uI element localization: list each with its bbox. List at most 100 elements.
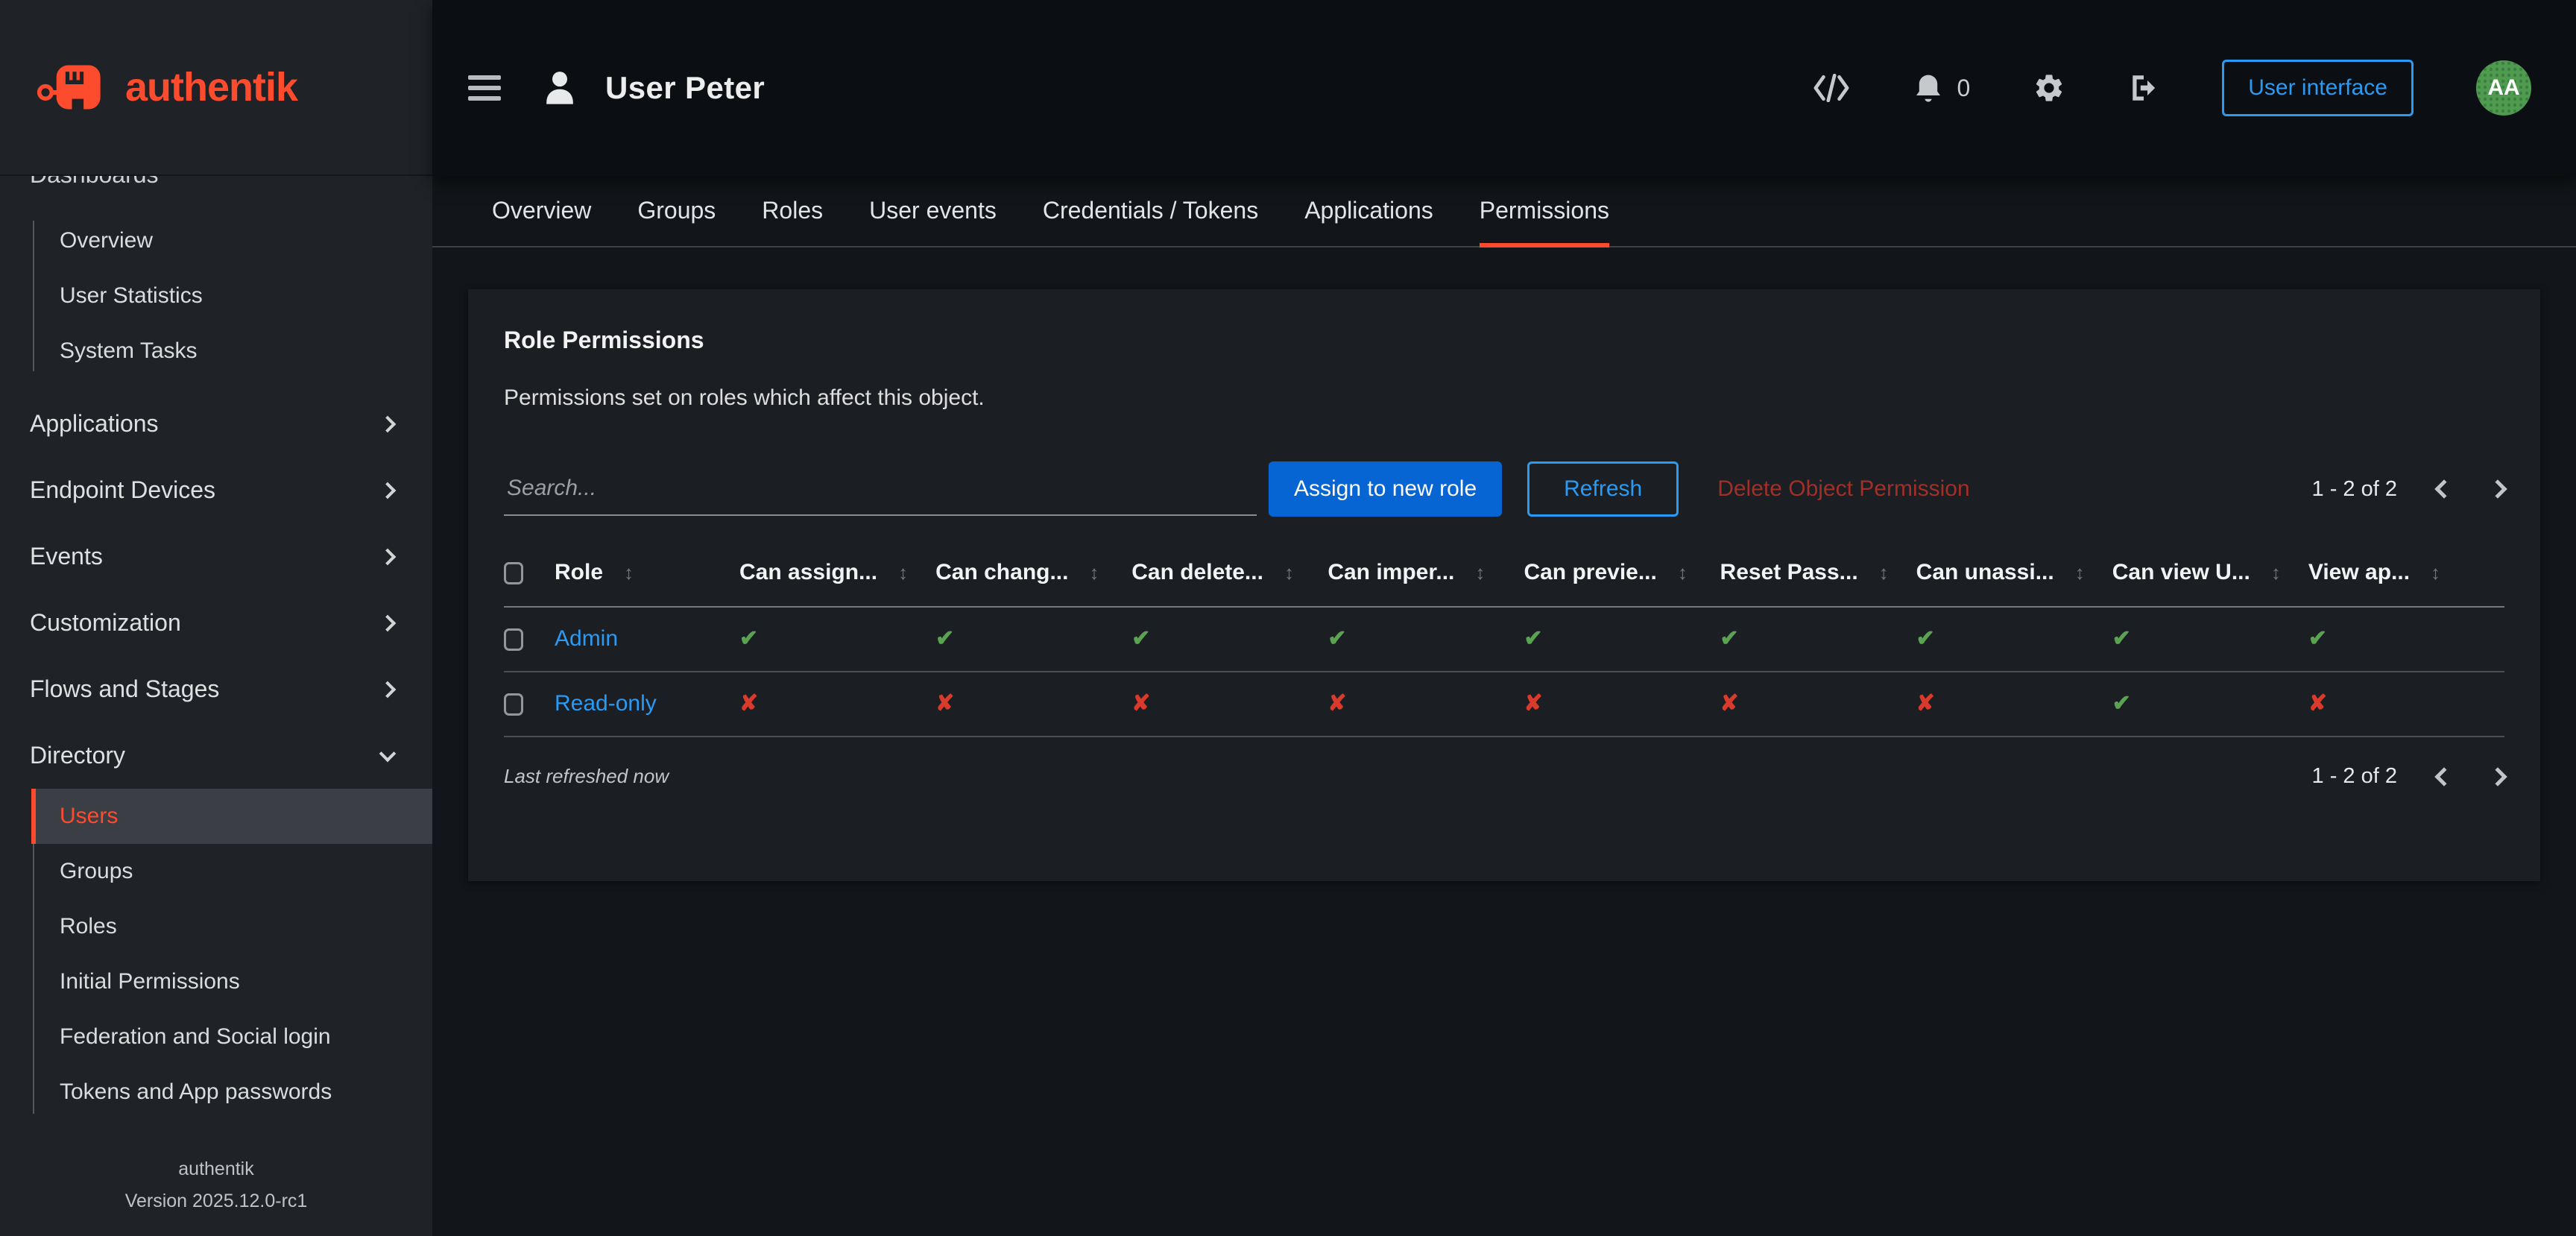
- column-header-role[interactable]: Role↕: [555, 540, 739, 607]
- tab-user-events[interactable]: User events: [869, 176, 997, 247]
- sort-icon[interactable]: ↕: [624, 561, 634, 584]
- notifications-button[interactable]: 0: [1913, 72, 1970, 104]
- table-toolbar: Assign to new role Refresh Delete Object…: [504, 461, 2504, 517]
- assign-to-new-role-button[interactable]: Assign to new role: [1269, 461, 1502, 517]
- sort-icon[interactable]: ↕: [2431, 561, 2440, 584]
- chevron-right-icon: [379, 548, 397, 565]
- sidebar-item-groups[interactable]: Groups: [31, 844, 432, 899]
- chevron-left-icon: [2434, 479, 2453, 498]
- column-header-label: Can imper...: [1328, 560, 1454, 584]
- sort-icon[interactable]: ↕: [1089, 561, 1099, 584]
- sort-icon[interactable]: ↕: [1284, 561, 1294, 584]
- column-header-label: View ap...: [2308, 560, 2410, 584]
- sidebar-section-events[interactable]: Events: [0, 523, 432, 590]
- role-link[interactable]: Read-only: [555, 691, 657, 716]
- column-header-can-view-u[interactable]: Can view U...↕: [2112, 540, 2308, 607]
- sort-icon[interactable]: ↕: [1879, 561, 1889, 584]
- permission-granted-icon: ✔: [2112, 691, 2131, 716]
- tab-roles[interactable]: Roles: [762, 176, 823, 247]
- sign-out-button[interactable]: [2128, 72, 2159, 104]
- sidebar-item-user-statistics[interactable]: User Statistics: [0, 268, 432, 324]
- tab-overview[interactable]: Overview: [492, 176, 591, 247]
- permission-denied-icon: ✘: [1524, 691, 1542, 716]
- sidebar-item-roles[interactable]: Roles: [31, 899, 432, 954]
- row-checkbox[interactable]: [504, 628, 523, 651]
- column-header-can-assign[interactable]: Can assign...↕: [739, 540, 935, 607]
- page-title: User Peter: [605, 70, 765, 106]
- sort-icon[interactable]: ↕: [2271, 561, 2281, 584]
- column-header-can-imper[interactable]: Can imper... ↕: [1328, 540, 1524, 607]
- column-header-label: Reset Pass...: [1720, 560, 1858, 584]
- chevron-right-icon: [379, 415, 397, 432]
- settings-button[interactable]: [2033, 72, 2065, 104]
- search-input[interactable]: [504, 462, 1257, 516]
- pagination-next-button[interactable]: [2491, 482, 2504, 496]
- sidebar-section-label: Flows and Stages: [30, 675, 219, 703]
- sort-icon[interactable]: ↕: [1678, 561, 1688, 584]
- tab-permissions[interactable]: Permissions: [1480, 176, 1609, 247]
- top-bar-main: User Peter 0: [432, 0, 2576, 176]
- chevron-right-icon: [2488, 767, 2507, 786]
- permission-denied-icon: ✘: [1131, 691, 1150, 716]
- role-link[interactable]: Admin: [555, 626, 618, 651]
- permission-granted-icon: ✔: [935, 626, 954, 651]
- avatar[interactable]: AA: [2476, 60, 2531, 116]
- role-cell: Admin: [555, 607, 739, 672]
- panel-title: Role Permissions: [504, 327, 2504, 354]
- sidebar-item-system-tasks[interactable]: System Tasks: [0, 324, 432, 379]
- sidebar-app-name: authentik: [0, 1153, 432, 1186]
- tab-credentials-tokens[interactable]: Credentials / Tokens: [1043, 176, 1258, 247]
- sidebar-section-directory[interactable]: Directory: [0, 722, 432, 789]
- sidebar-item-users[interactable]: Users: [31, 789, 432, 844]
- hamburger-icon[interactable]: [468, 75, 501, 101]
- tab-applications[interactable]: Applications: [1304, 176, 1433, 247]
- column-header-label: Can unassi...: [1916, 560, 2054, 584]
- sidebar-section-label: Customization: [30, 609, 181, 637]
- top-bar: authentik User Peter: [0, 0, 2576, 176]
- pagination-next-button[interactable]: [2491, 770, 2504, 783]
- column-header-can-previe[interactable]: Can previe...↕: [1524, 540, 1720, 607]
- permission-granted-icon: ✔: [1131, 626, 1150, 651]
- column-header-can-chang[interactable]: Can chang...↕: [935, 540, 1131, 607]
- pagination-prev-button[interactable]: [2437, 482, 2451, 496]
- chevron-right-icon: [379, 482, 397, 499]
- user-interface-button[interactable]: User interface: [2222, 60, 2414, 116]
- sidebar-dashboards-group: OverviewUser StatisticsSystem Tasks: [0, 213, 432, 379]
- pagination-prev-button[interactable]: [2437, 770, 2451, 783]
- permission-denied-icon: ✘: [1916, 691, 1935, 716]
- row-checkbox[interactable]: [504, 693, 523, 716]
- sidebar-item-tokens-and-app-passwords[interactable]: Tokens and App passwords: [31, 1065, 432, 1120]
- sidebar-section-flows-and-stages[interactable]: Flows and Stages: [0, 656, 432, 722]
- sidebar-item-overview[interactable]: Overview: [0, 213, 432, 268]
- column-header-view-ap[interactable]: View ap... ↕: [2308, 540, 2504, 607]
- role-permissions-panel: Role Permissions Permissions set on role…: [468, 289, 2540, 881]
- tab-groups[interactable]: Groups: [637, 176, 716, 247]
- sidebar-sections: ApplicationsEndpoint DevicesEvents Custom…: [0, 391, 432, 789]
- column-header-label: Can delete...: [1131, 560, 1263, 584]
- permission-denied-icon: ✘: [1720, 691, 1739, 716]
- column-header-can-delete[interactable]: Can delete... ↕: [1131, 540, 1328, 607]
- permission-cell: ✔: [1328, 607, 1524, 672]
- permission-cell: ✔: [1720, 607, 1916, 672]
- delete-object-permission-button[interactable]: Delete Object Permission: [1717, 476, 1969, 502]
- permission-cell: ✘: [739, 672, 935, 737]
- permission-cell: ✘: [1328, 672, 1524, 737]
- api-code-button[interactable]: [1812, 74, 1851, 102]
- permission-granted-icon: ✔: [739, 626, 758, 651]
- gear-icon: [2033, 72, 2065, 104]
- select-all-checkbox[interactable]: [504, 562, 523, 584]
- sort-icon[interactable]: ↕: [2075, 561, 2085, 584]
- refresh-button[interactable]: Refresh: [1527, 461, 1679, 517]
- sort-icon[interactable]: ↕: [898, 561, 908, 584]
- sort-icon[interactable]: ↕: [1475, 561, 1485, 584]
- sidebar-section-applications[interactable]: Applications: [0, 391, 432, 457]
- column-header-can-unassi[interactable]: Can unassi... ↕: [1916, 540, 2112, 607]
- sidebar-section-endpoint-devices[interactable]: Endpoint Devices: [0, 457, 432, 523]
- column-header-reset-pass[interactable]: Reset Pass... ↕: [1720, 540, 1916, 607]
- permission-cell: ✔: [1131, 607, 1328, 672]
- permission-denied-icon: ✘: [739, 691, 758, 716]
- brand-logo[interactable]: authentik: [0, 0, 432, 176]
- sidebar-item-initial-permissions[interactable]: Initial Permissions: [31, 954, 432, 1009]
- sidebar-section-customization[interactable]: Customization: [0, 590, 432, 656]
- sidebar-item-federation-and-social-login[interactable]: Federation and Social login: [31, 1009, 432, 1065]
